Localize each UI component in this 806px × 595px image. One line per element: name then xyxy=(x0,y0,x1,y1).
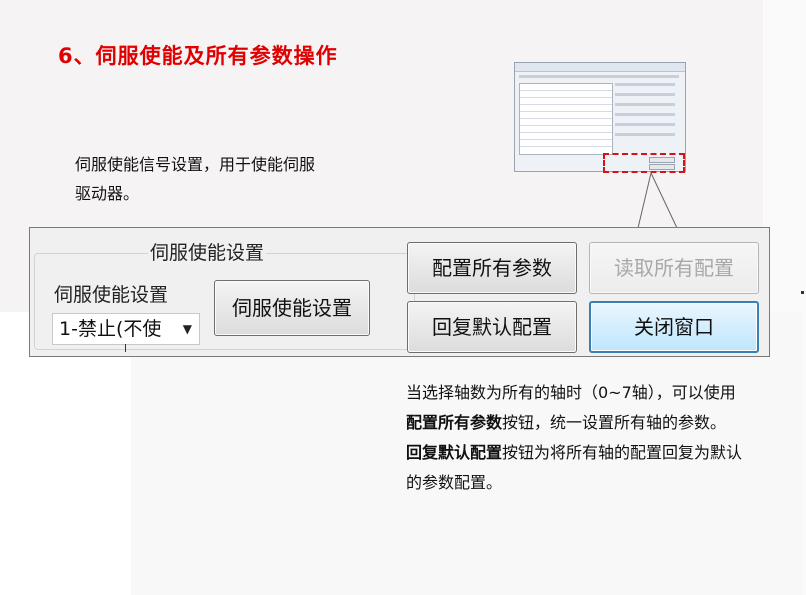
explanation-text: 按钮，统一设置所有轴的参数。 xyxy=(502,413,727,432)
decorative-dot xyxy=(801,291,804,294)
config-all-params-button[interactable]: 配置所有参数 xyxy=(407,242,577,294)
servo-enable-field-label: 伺服使能设置 xyxy=(54,284,169,306)
close-window-button[interactable]: 关闭窗口 xyxy=(589,301,759,353)
highlight-box xyxy=(603,153,685,173)
slide-title: 6、伺服使能及所有参数操作 xyxy=(58,44,338,68)
chevron-down-icon[interactable]: ▼ xyxy=(183,314,192,344)
thumbnail-parameter-table xyxy=(519,83,613,155)
servo-description-line1: 伺服使能信号设置，用于使能伺服 xyxy=(75,155,316,174)
servo-enable-button[interactable]: 伺服使能设置 xyxy=(214,280,370,336)
read-all-config-button[interactable]: 读取所有配置 xyxy=(589,242,759,294)
all-params-explanation: 当选择轴数为所有的轴时（0~7轴），可以使用配置所有参数按钮，统一设置所有轴的参… xyxy=(406,378,750,498)
explanation-text: 当选择轴数为所有的轴时（0~7轴），可以使用 xyxy=(406,383,736,402)
servo-enable-select[interactable]: 1-禁止(不使 ▼ xyxy=(52,313,200,345)
explanation-bold-restore: 回复默认配置 xyxy=(406,443,503,462)
restore-default-config-button[interactable]: 回复默认配置 xyxy=(407,301,577,353)
zoomed-control-panel: 伺服使能设置 伺服使能设置 1-禁止(不使 ▼ 伺服使能设置 配置所有参数 读取… xyxy=(29,227,770,357)
decorative-mark xyxy=(125,344,129,352)
thumbnail-titlebar xyxy=(515,63,685,72)
servo-description-line2: 驱动器。 xyxy=(75,184,140,203)
explanation-paragraph-1: 当选择轴数为所有的轴时（0~7轴），可以使用配置所有参数按钮，统一设置所有轴的参… xyxy=(406,378,750,438)
servo-description: 伺服使能信号设置，用于使能伺服 驱动器。 xyxy=(75,150,375,208)
explanation-paragraph-2: 回复默认配置按钮为将所有轴的配置回复为默认的参数配置。 xyxy=(406,438,750,498)
explanation-bold-config-all: 配置所有参数 xyxy=(406,413,503,432)
thumbnail-toolbar xyxy=(519,75,679,78)
servo-enable-group-title: 伺服使能设置 xyxy=(148,238,267,265)
servo-enable-select-value: 1-禁止(不使 xyxy=(59,318,162,340)
